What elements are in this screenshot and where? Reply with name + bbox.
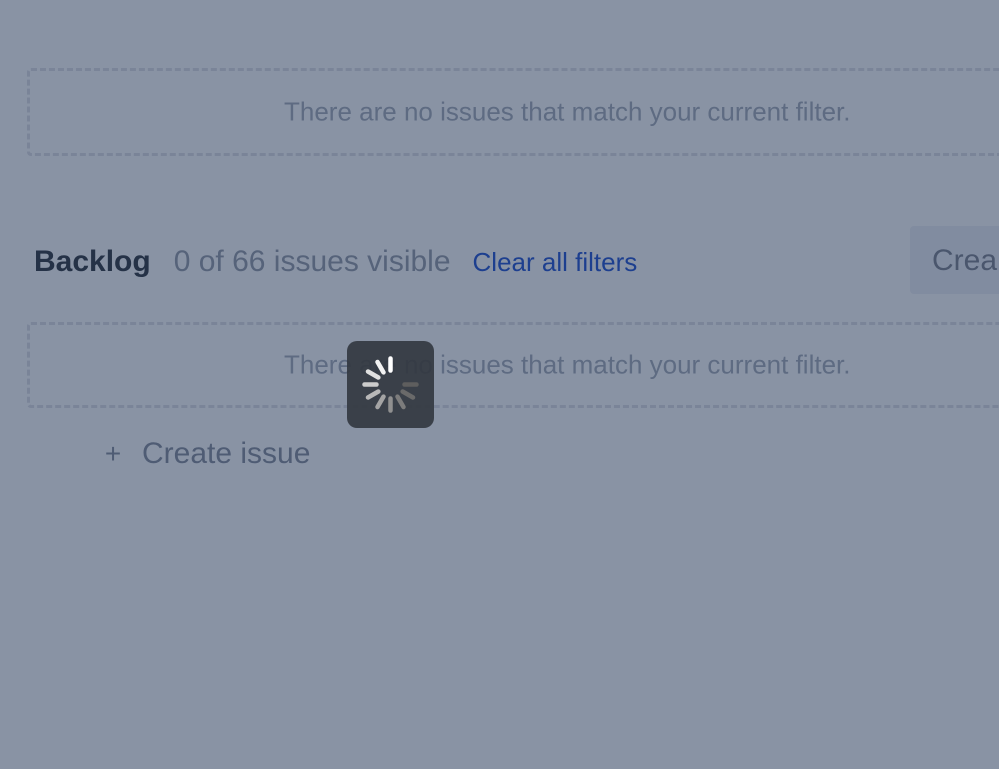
backlog-issue-count: 0 of 66 issues visible: [173, 245, 451, 278]
create-issue-label: Create issue: [142, 437, 311, 470]
sprint-empty-dropzone: There are no issues that match your curr…: [27, 68, 999, 156]
loading-overlay: [347, 341, 434, 428]
backlog-title: Backlog: [34, 245, 151, 278]
create-sprint-button[interactable]: Crea: [910, 226, 999, 294]
backlog-empty-dropzone: There are no issues that match your curr…: [27, 322, 999, 408]
clear-all-filters-link[interactable]: Clear all filters: [473, 247, 638, 278]
spinner-icon: [362, 356, 419, 413]
empty-filter-message: There are no issues that match your curr…: [284, 96, 851, 127]
board-page: There are no issues that match your curr…: [0, 0, 999, 769]
plus-icon: +: [104, 438, 122, 469]
backlog-header: Backlog 0 of 66 issues visible Clear all…: [34, 238, 637, 286]
create-issue-button[interactable]: + Create issue: [102, 432, 311, 476]
